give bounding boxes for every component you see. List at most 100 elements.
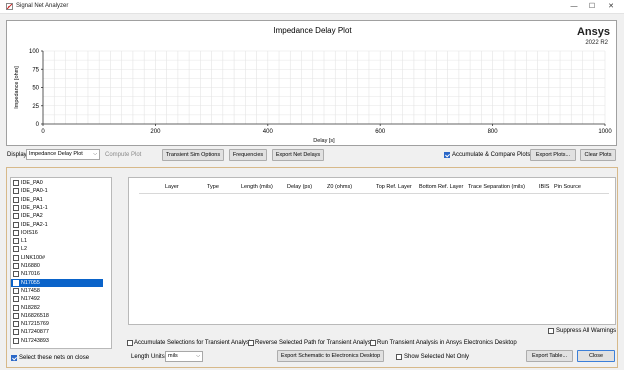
accumulate-compare-checkbox[interactable] (444, 152, 450, 158)
select-on-close-checkbox[interactable] (11, 355, 17, 361)
net-checkbox[interactable] (13, 246, 19, 253)
net-list-item[interactable]: L1 (11, 237, 103, 245)
table-column-header[interactable]: IBIS (539, 184, 549, 190)
y-tick-label: 0 (36, 122, 40, 128)
chevron-down-icon: ⌵ (93, 151, 97, 157)
export-table-button[interactable]: Export Table... (526, 350, 573, 362)
net-checkbox[interactable] (13, 221, 19, 228)
table-column-header[interactable]: Type (207, 184, 219, 190)
window-title: Signal Net Analyzer (16, 3, 69, 9)
net-checkbox[interactable] (13, 229, 19, 236)
length-units-value: mils (168, 353, 178, 359)
net-list-item[interactable]: N17243893 (11, 337, 103, 345)
table-column-header[interactable]: Length (mils) (241, 184, 273, 190)
net-checkbox[interactable] (13, 304, 19, 311)
net-list-item[interactable]: N17492 (11, 295, 103, 303)
table-column-header[interactable]: Layer (165, 184, 179, 190)
length-units-select[interactable]: mils ⌵ (165, 351, 203, 362)
y-axis-label: Impedance [ohm] (14, 66, 20, 109)
net-checkbox[interactable] (13, 296, 19, 303)
compute-plot-button[interactable]: Compute Plot (105, 152, 141, 158)
net-checkbox[interactable] (13, 287, 19, 294)
net-list-item[interactable]: N16880 (11, 262, 103, 270)
run-transient-checkbox[interactable] (370, 340, 376, 346)
net-label: IDE_PA2 (21, 213, 43, 220)
net-list[interactable]: IDE_PA0 IDE_PA0-1 IDE_PA1 IDE_PA1-1 IDE_PA2 I… (10, 177, 112, 349)
net-checkbox[interactable] (13, 254, 19, 261)
net-list-item[interactable]: N17458 (11, 287, 103, 295)
export-schematic-button[interactable]: Export Schematic to Electronics Desktop (277, 350, 384, 362)
x-tick-label: 200 (150, 129, 161, 135)
table-column-header[interactable]: Pin Source (554, 184, 581, 190)
x-tick-label: 1000 (598, 129, 612, 135)
net-checkbox[interactable] (13, 204, 19, 211)
net-list-item[interactable]: LINK100# (11, 254, 103, 262)
transient-sim-options-button[interactable]: Transient Sim Options (162, 149, 224, 161)
table-column-header[interactable]: Delay (ps) (287, 184, 312, 190)
table-column-header[interactable]: Bottom Ref. Layer (419, 184, 463, 190)
net-list-item[interactable]: N17215769 (11, 320, 103, 328)
accumulate-compare-label: Accumulate & Compare Plots (452, 152, 531, 158)
accumulate-selections-checkbox[interactable] (127, 340, 133, 346)
net-checkbox[interactable] (13, 321, 19, 328)
export-plots-button[interactable]: Export Plots... (530, 149, 576, 161)
x-tick-label: 0 (41, 129, 45, 135)
net-list-item[interactable]: N16826518 (11, 312, 103, 320)
net-label: IDE_PA1-1 (21, 204, 48, 211)
net-list-item[interactable]: IDE_PA1-1 (11, 204, 103, 212)
net-checkbox[interactable] (13, 271, 19, 278)
net-list-item[interactable]: N17055 (11, 278, 103, 287)
clear-plots-button[interactable]: Clear Plots (580, 149, 616, 161)
net-list-item[interactable]: IDE_PA2-1 (11, 221, 103, 229)
run-transient-label: Run Transient Analysis in Ansys Electron… (377, 340, 517, 346)
net-list-item[interactable]: IDE_PA0 (11, 179, 103, 187)
net-checkbox[interactable] (13, 312, 19, 319)
export-net-delays-button[interactable]: Export Net Delays (272, 149, 324, 161)
net-list-item[interactable]: L2 (11, 245, 103, 253)
table-column-header[interactable]: Z0 (ohms) (327, 184, 352, 190)
plot-toolbar: Display Impedance Delay Plot ⌵ Compute P… (0, 148, 624, 162)
net-checkbox[interactable] (13, 188, 19, 195)
chevron-down-icon: ⌵ (196, 353, 200, 359)
net-label: N17243893 (21, 337, 49, 344)
net-list-item[interactable]: IDE_PA0-1 (11, 187, 103, 195)
net-checkbox[interactable] (13, 263, 19, 269)
frequencies-button[interactable]: Frequencies (229, 149, 267, 161)
net-list-scrollbar[interactable] (111, 289, 112, 298)
net-list-item[interactable]: N17240877 (11, 328, 103, 336)
net-checkbox[interactable] (13, 329, 19, 336)
net-label: IDE_PA2-1 (21, 221, 48, 228)
show-selected-net-checkbox[interactable] (396, 354, 402, 360)
net-table: Layer Type Length (mils) Delay (ps) Z0 (ohms… (128, 177, 616, 325)
table-column-header[interactable]: Top Ref. Layer (376, 184, 412, 190)
net-list-item[interactable]: N17016 (11, 270, 103, 278)
net-list-item[interactable]: IDE_PA2 (11, 212, 103, 220)
net-list-item[interactable]: IOIS16 (11, 229, 103, 237)
net-checkbox[interactable] (13, 238, 19, 245)
suppress-warnings-checkbox[interactable] (548, 328, 554, 334)
y-tick-label: 50 (32, 86, 39, 92)
net-list-item[interactable]: IDE_PA1 (11, 196, 103, 204)
net-checkbox[interactable] (13, 196, 19, 203)
maximize-icon[interactable]: ☐ (584, 1, 600, 12)
net-label: IDE_PA0 (21, 180, 43, 186)
net-analysis-panel: IDE_PA0 IDE_PA0-1 IDE_PA1 IDE_PA1-1 IDE_PA2 I… (6, 167, 618, 368)
y-tick-label: 25 (32, 104, 39, 110)
display-select[interactable]: Impedance Delay Plot ⌵ (26, 149, 100, 160)
net-list-item[interactable]: N18282 (11, 304, 103, 312)
close-button[interactable]: Close (577, 350, 615, 362)
minimize-icon[interactable]: — (566, 1, 582, 12)
net-label: N16880 (21, 263, 40, 269)
net-label: IOIS16 (21, 229, 38, 236)
net-checkbox[interactable] (13, 180, 19, 186)
x-tick-label: 800 (488, 129, 499, 135)
net-checkbox[interactable] (13, 213, 19, 220)
x-axis-label: Delay [s] (313, 138, 335, 144)
close-icon[interactable]: ✕ (603, 1, 619, 12)
table-column-header[interactable]: Trace Separation (mils) (468, 184, 525, 190)
net-label: N17458 (21, 287, 40, 294)
plot-canvas: 0 200 400 600 800 1000 100 75 50 25 0 Delay [s] Impe… (14, 49, 612, 144)
net-checkbox[interactable] (13, 279, 19, 286)
net-checkbox[interactable] (13, 337, 19, 344)
reverse-path-checkbox[interactable] (248, 340, 254, 346)
